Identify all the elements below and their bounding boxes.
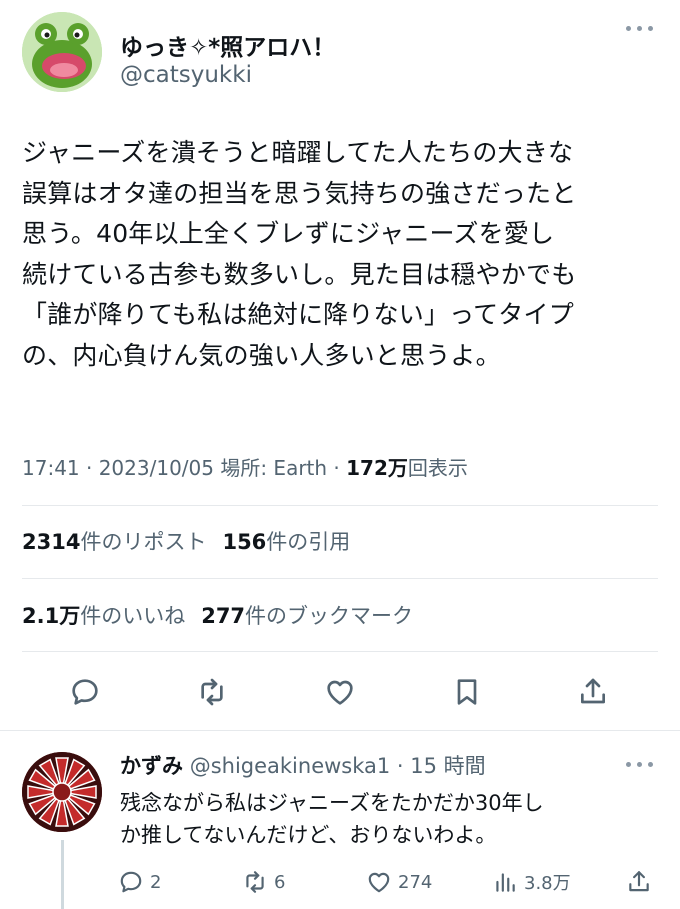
likes-count: 2.1万: [22, 604, 81, 628]
views-icon: [496, 873, 515, 892]
reply-views-button[interactable]: 3.8万: [492, 866, 571, 898]
share-icon: [629, 871, 649, 892]
reply-more-options-icon[interactable]: [626, 762, 654, 770]
like-stats: 2.1万件のいいね 277件のブックマーク: [22, 600, 413, 630]
divider: [22, 505, 658, 506]
reposts-label: 件のリポスト: [80, 530, 207, 554]
reply-replies-count: 2: [150, 871, 162, 893]
frog-avatar-image: [22, 12, 102, 92]
reply-text: 残念ながら私はジャニーズをたかだか30年し か推してないんだけど、おりないわよ。: [120, 791, 544, 847]
thread-line: [61, 840, 64, 909]
bookmark-icon[interactable]: [447, 672, 487, 712]
like-icon: [368, 872, 390, 893]
bookmarks-label: 件のブックマーク: [245, 604, 414, 628]
tweet-text: ジャニーズを潰そうと暗躍してた人たちの大きな 誤算はオタ達の担当を思う気持ちの強…: [22, 138, 577, 370]
author-name[interactable]: ゆっき✧*照アロハ！: [120, 28, 335, 62]
like-icon[interactable]: [320, 672, 360, 712]
reply-tweet[interactable]: かずみ @shigeakinewska1 · 15 時間 残念ながら私はジャニー…: [0, 740, 680, 909]
bookmarks-link[interactable]: 277件のブックマーク: [201, 604, 413, 628]
reply-likes-count: 274: [398, 871, 433, 893]
reply-icon: [120, 871, 142, 893]
reply-like-button[interactable]: 274: [366, 866, 432, 898]
reply-reply-button[interactable]: 2: [118, 866, 161, 898]
reply-action-bar: 2 6 274 3.8万: [118, 866, 668, 898]
bookmarks-count: 277: [201, 604, 246, 628]
reply-icon[interactable]: [65, 672, 105, 712]
author-avatar[interactable]: [22, 12, 102, 92]
author-handle[interactable]: @catsyukki: [120, 62, 252, 88]
reposts-count: 2314: [22, 530, 81, 554]
views-label: 回表示: [407, 456, 468, 480]
section-divider: [0, 730, 680, 731]
tweet-action-bar: [0, 672, 680, 712]
views-count: 172万: [346, 456, 408, 480]
reply-author-name[interactable]: かずみ: [120, 754, 183, 778]
tweet-header: ゆっき✧*照アロハ！ @catsyukki: [22, 12, 658, 92]
reply-share-button[interactable]: [626, 866, 658, 898]
repost-icon: [246, 871, 264, 893]
share-icon[interactable]: [573, 672, 613, 712]
quotes-link[interactable]: 156件の引用: [222, 530, 350, 554]
tweet-meta: 17:41 · 2023/10/05 場所: Earth · 172万回表示: [22, 452, 468, 481]
tweet-timestamp[interactable]: 17:41 · 2023/10/05 場所: Earth ·: [22, 456, 346, 480]
dahlia-avatar-image: [22, 752, 102, 832]
likes-link[interactable]: 2.1万件のいいね: [22, 604, 185, 628]
quotes-label: 件の引用: [266, 530, 351, 554]
likes-label: 件のいいね: [80, 604, 186, 628]
divider: [22, 578, 658, 579]
reply-author-handle[interactable]: @shigeakinewska1 · 15 時間: [190, 754, 486, 778]
repost-stats: 2314件のリポスト 156件の引用: [22, 526, 350, 556]
quotes-count: 156: [222, 530, 267, 554]
divider: [22, 651, 658, 652]
reply-header: かずみ @shigeakinewska1 · 15 時間: [120, 750, 486, 780]
more-options-icon[interactable]: [626, 26, 654, 34]
reply-repost-button[interactable]: 6: [242, 866, 285, 898]
repost-icon[interactable]: [192, 672, 232, 712]
reposts-link[interactable]: 2314件のリポスト: [22, 530, 206, 554]
reply-avatar[interactable]: [22, 752, 102, 832]
reply-views-count: 3.8万: [524, 873, 571, 894]
reply-reposts-count: 6: [274, 871, 286, 893]
